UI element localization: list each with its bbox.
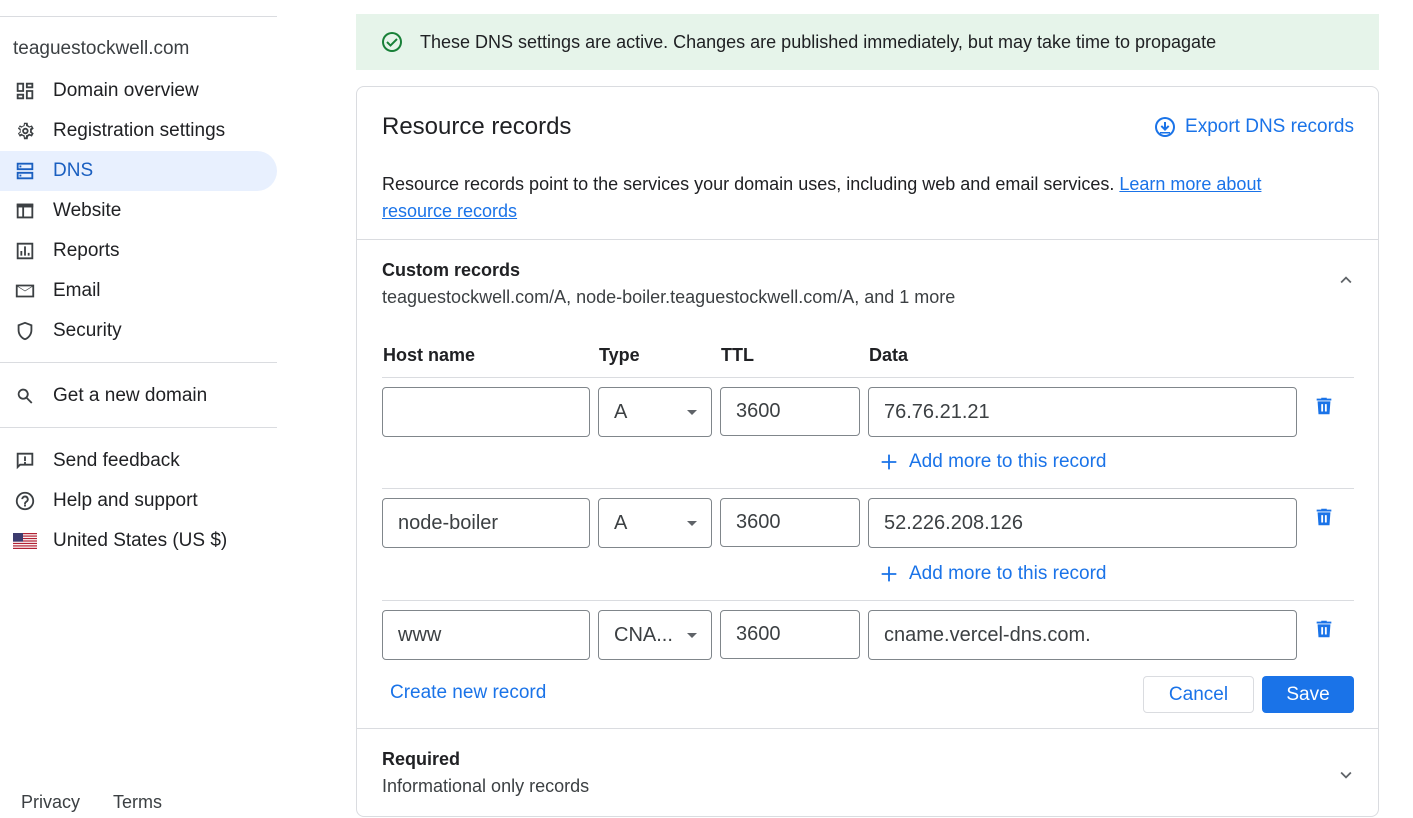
create-new-record-button[interactable]: Create new record	[390, 682, 546, 704]
send-feedback-link[interactable]: Send feedback	[0, 441, 277, 481]
data-input[interactable]: 76.76.21.21	[868, 387, 1297, 437]
column-header-data: Data	[869, 345, 909, 365]
row-divider	[382, 377, 1354, 378]
collapse-chevron-icon[interactable]	[1334, 268, 1358, 292]
sidebar-item-label: DNS	[53, 160, 94, 181]
type-select[interactable]: A	[598, 498, 712, 548]
website-icon	[13, 199, 37, 223]
shield-icon	[13, 319, 37, 343]
sidebar-item-label: Security	[53, 320, 122, 341]
dns-icon	[13, 159, 37, 183]
export-dns-records-button[interactable]: Export DNS records	[1153, 115, 1354, 139]
sidebar-item-registration-settings[interactable]: Registration settings	[0, 111, 277, 151]
card-divider	[357, 239, 1378, 240]
status-banner: These DNS settings are active. Changes a…	[356, 14, 1379, 70]
email-icon	[13, 279, 37, 303]
us-flag-icon	[13, 529, 37, 553]
dropdown-caret-icon	[687, 521, 697, 526]
learn-more-text: Learn more about	[1119, 174, 1262, 194]
add-more-label: Add more to this record	[909, 563, 1107, 584]
reports-icon	[13, 239, 37, 263]
add-more-to-record-button[interactable]: Add more to this record	[878, 563, 1106, 585]
help-support-label: Help and support	[53, 490, 198, 511]
check-circle-icon	[380, 30, 404, 54]
host-name-input[interactable]: www	[382, 610, 590, 660]
type-value: A	[614, 400, 628, 423]
sidebar-item-security[interactable]: Security	[0, 311, 277, 351]
ttl-input[interactable]: 3600	[720, 610, 860, 659]
export-label: Export DNS records	[1185, 116, 1354, 137]
host-name-input[interactable]	[382, 387, 590, 437]
region-selector[interactable]: United States (US $)	[0, 521, 277, 561]
resource-records-card: Resource records Export DNS records Reso…	[356, 86, 1379, 817]
add-more-to-record-button[interactable]: Add more to this record	[878, 451, 1106, 473]
sidebar-item-label: Domain overview	[53, 80, 199, 101]
required-records-title: Required	[382, 749, 461, 769]
row-divider	[382, 488, 1354, 489]
sidebar-item-label: Email	[53, 280, 101, 301]
card-title: Resource records	[382, 113, 572, 140]
add-more-label: Add more to this record	[909, 451, 1107, 472]
data-input[interactable]: cname.vercel-dns.com.	[868, 610, 1297, 660]
sidebar-item-dns[interactable]: DNS	[0, 151, 277, 191]
column-header-ttl: TTL	[721, 345, 754, 365]
learn-more-text: resource records	[382, 201, 518, 221]
sidebar-item-domain-overview[interactable]: Domain overview	[0, 71, 277, 111]
row-divider	[382, 600, 1354, 601]
delete-trash-icon[interactable]	[1312, 394, 1336, 418]
download-icon	[1153, 115, 1177, 139]
save-button[interactable]: Save	[1262, 676, 1354, 713]
card-description: Resource records point to the services y…	[382, 171, 1362, 225]
host-name-input[interactable]: node-boiler	[382, 498, 590, 548]
send-feedback-label: Send feedback	[53, 450, 180, 471]
region-label: United States (US $)	[53, 530, 228, 551]
get-new-domain-label: Get a new domain	[53, 385, 208, 406]
custom-records-title: Custom records	[382, 260, 521, 280]
terms-link[interactable]: Terms	[113, 792, 162, 813]
privacy-link[interactable]: Privacy	[21, 792, 80, 813]
expand-chevron-icon[interactable]	[1334, 763, 1358, 787]
ttl-input[interactable]: 3600	[720, 387, 860, 436]
custom-records-summary: teaguestockwell.com/A, node-boiler.teagu…	[382, 287, 956, 307]
data-input[interactable]: 52.226.208.126	[868, 498, 1297, 548]
column-header-host: Host name	[383, 345, 476, 365]
sidebar-divider	[0, 427, 277, 428]
card-divider	[357, 728, 1378, 729]
cancel-button[interactable]: Cancel	[1143, 676, 1254, 713]
type-select[interactable]: A	[598, 387, 712, 437]
get-new-domain-link[interactable]: Get a new domain	[0, 376, 277, 416]
sidebar-item-label: Website	[53, 200, 122, 221]
dropdown-caret-icon	[687, 633, 697, 638]
banner-text: These DNS settings are active. Changes a…	[420, 31, 1217, 52]
dropdown-caret-icon	[687, 410, 697, 415]
ttl-input[interactable]: 3600	[720, 498, 860, 547]
sidebar-item-label: Reports	[53, 240, 120, 261]
sidebar-item-label: Registration settings	[53, 120, 226, 141]
help-icon	[13, 489, 37, 513]
plus-icon	[878, 451, 900, 473]
sidebar-item-website[interactable]: Website	[0, 191, 277, 231]
type-value: A	[614, 511, 628, 534]
sidebar-domain-name: teaguestockwell.com	[13, 38, 190, 59]
sidebar-divider	[0, 362, 277, 363]
help-support-link[interactable]: Help and support	[0, 481, 277, 521]
search-icon	[13, 384, 37, 408]
sidebar-top-divider	[0, 16, 277, 17]
sidebar-item-email[interactable]: Email	[0, 271, 277, 311]
description-text: Resource records point to the services y…	[382, 174, 1120, 194]
delete-trash-icon[interactable]	[1312, 505, 1336, 529]
required-records-summary: Informational only records	[382, 776, 590, 796]
sidebar-item-reports[interactable]: Reports	[0, 231, 277, 271]
plus-icon	[878, 563, 900, 585]
column-header-type: Type	[599, 345, 640, 365]
type-select[interactable]: CNA...	[598, 610, 712, 660]
type-value: CNA...	[614, 623, 673, 646]
dashboard-icon	[13, 79, 37, 103]
feedback-icon	[13, 449, 37, 473]
gear-icon	[13, 119, 37, 143]
sidebar: teaguestockwell.com Domain overview Regi…	[0, 0, 277, 818]
delete-trash-icon[interactable]	[1312, 617, 1336, 641]
